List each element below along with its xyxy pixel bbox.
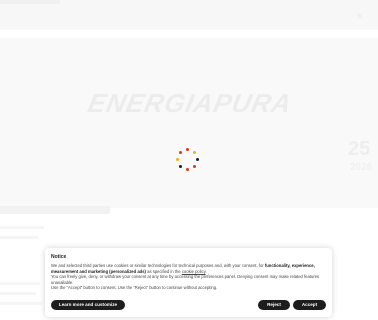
- cookie-banner: Notice We and selected third parties use…: [45, 248, 332, 317]
- cookie-text-line3: Use the “Accept” button to consent. Use …: [51, 285, 218, 291]
- hero-date-year: 2026: [350, 162, 373, 173]
- site-header: [0, 0, 378, 30]
- cookie-text: We and selected third parties use cookie…: [51, 263, 326, 291]
- spinner-dot: [196, 158, 199, 161]
- cookie-text-part2: as specified in the: [145, 268, 182, 274]
- spinner-dot: [193, 165, 196, 168]
- spinner-dot: [193, 151, 196, 154]
- hero-date-number: 25: [348, 138, 371, 160]
- loading-spinner-icon: [176, 148, 200, 172]
- cookie-text-part3: .: [205, 268, 207, 274]
- cookie-text-line2: You can freely give, deny, or withdraw y…: [51, 274, 320, 285]
- spinner-dot: [186, 168, 189, 171]
- spinner-dot: [176, 158, 179, 161]
- spinner-dot: [179, 151, 182, 154]
- cookie-policy-link[interactable]: cookie policy: [182, 269, 206, 274]
- close-icon[interactable]: ✕: [356, 12, 364, 21]
- cookie-title: Notice: [51, 254, 67, 260]
- section-heading: [0, 206, 110, 214]
- cookie-actions: Learn more and customize Reject Accept: [51, 300, 326, 310]
- reject-button[interactable]: Reject: [258, 300, 290, 310]
- accept-button[interactable]: Accept: [293, 300, 326, 310]
- learn-more-button[interactable]: Learn more and customize: [51, 300, 125, 310]
- hero-banner: [0, 38, 378, 208]
- spinner-dot: [186, 148, 189, 151]
- cookie-text-part1: We and selected third parties use cookie…: [51, 263, 265, 268]
- page: ✕ ENERGIAPURA 25 2026 Notice We and sele…: [0, 0, 378, 320]
- hero-logo: ENERGIAPURA: [85, 88, 295, 118]
- header-topbar: [0, 0, 60, 4]
- spinner-dot: [179, 165, 182, 168]
